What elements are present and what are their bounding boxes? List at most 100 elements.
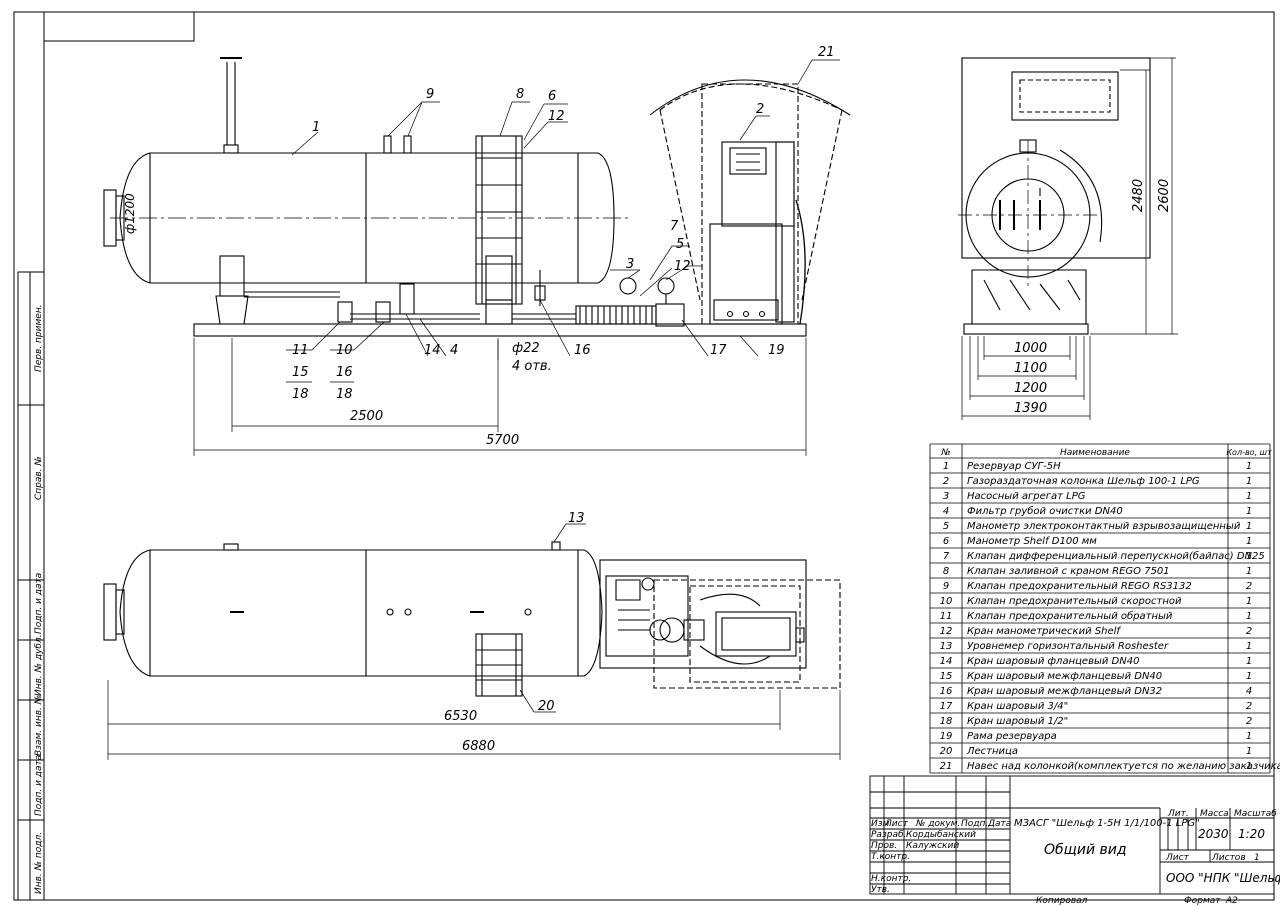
plan-view bbox=[103, 541, 841, 697]
callout-12-top: 12 bbox=[548, 109, 565, 124]
callout-16-right: 16 bbox=[574, 343, 591, 358]
table-row-name: Кран манометрический Shelf bbox=[967, 626, 1121, 637]
table-row-name: Кран шаровый межфланцевый DN32 bbox=[967, 686, 1162, 697]
callout-21: 21 bbox=[818, 45, 835, 60]
table-row-no: 14 bbox=[940, 656, 953, 667]
dim-2500: 2500 bbox=[350, 409, 383, 424]
table-row-name: Кран шаровый 3/4" bbox=[967, 701, 1068, 712]
side-view-labels: 1 2 3 4 5 6 7 8 9 10 11 12 12 14 15 16 1… bbox=[123, 45, 835, 448]
table-row-no: 4 bbox=[943, 506, 949, 517]
dim-1390: 1390 bbox=[1014, 401, 1047, 416]
table-row-qty: 1 bbox=[1246, 536, 1252, 547]
tb-date: Дата bbox=[987, 819, 1011, 829]
table-row-name: Резервуар СУГ-5Н bbox=[967, 461, 1061, 472]
table-row-qty: 1 bbox=[1246, 506, 1252, 517]
callout-18-left: 18 bbox=[292, 387, 309, 402]
table-row-qty: 1 bbox=[1246, 551, 1252, 562]
table-row-no: 9 bbox=[943, 581, 949, 592]
table-row-qty: 1 bbox=[1246, 656, 1252, 667]
stamp-sprav-no: Справ. № bbox=[34, 456, 44, 500]
tb-designation: МЗАСГ "Шельф 1-5Н 1/1/100-1 LPG" bbox=[1014, 818, 1200, 829]
table-row-name: Лестница bbox=[966, 746, 1018, 757]
table-row-name: Клапан предохранительный скоростной bbox=[967, 596, 1182, 607]
table-row-qty: 1 bbox=[1246, 671, 1252, 682]
tb-utv: Утв. bbox=[871, 885, 890, 895]
table-row-name: Клапан заливной с краном REGO 7501 bbox=[967, 566, 1170, 577]
plan-view-dimensions bbox=[107, 523, 841, 760]
tb-scale-label: Масштаб bbox=[1234, 809, 1277, 819]
drawing-sheet: 1 2 3 4 5 6 7 8 9 10 11 12 12 14 15 16 1… bbox=[13, 11, 1280, 906]
tb-list: Лист bbox=[884, 819, 909, 829]
table-row-name: Навес над колонкой(комплектуется по жела… bbox=[967, 761, 1280, 772]
table-row-no: 11 bbox=[940, 611, 953, 622]
tb-tkontr: Т.контр. bbox=[871, 852, 910, 862]
callout-8: 8 bbox=[516, 87, 524, 102]
table-row-qty: 1 bbox=[1246, 641, 1252, 652]
callout-15: 15 bbox=[292, 365, 309, 380]
table-row-qty: 2 bbox=[1246, 701, 1252, 712]
table-row-name: Рама резервуара bbox=[967, 731, 1057, 742]
table-row-no: 19 bbox=[940, 731, 953, 742]
tb-scale-value: 1:20 bbox=[1238, 827, 1265, 841]
callout-6: 6 bbox=[548, 89, 556, 104]
table-row-name: Кран шаровый фланцевый DN40 bbox=[967, 656, 1139, 667]
table-row-no: 17 bbox=[940, 701, 953, 712]
tb-nkontr: Н.контр. bbox=[871, 874, 911, 884]
tb-copied: Копировал bbox=[1036, 896, 1088, 906]
side-stamp-labels: Перв. примен. Справ. № Подп. и дата Инв.… bbox=[34, 304, 44, 894]
table-row-qty: 1 bbox=[1246, 476, 1252, 487]
table-row-qty: 1 bbox=[1246, 596, 1252, 607]
callout-12-mid: 12 bbox=[674, 259, 691, 274]
table-row-qty: 1 bbox=[1246, 761, 1252, 772]
callout-4: 4 bbox=[450, 343, 458, 358]
table-row-no: 21 bbox=[940, 761, 953, 772]
callout-19: 19 bbox=[768, 343, 785, 358]
table-row-no: 12 bbox=[940, 626, 953, 637]
end-view bbox=[958, 57, 1151, 335]
table-row-name: Клапан предохранительный REGO RS3132 bbox=[967, 581, 1192, 592]
dim-6530: 6530 bbox=[444, 709, 477, 724]
callout-9: 9 bbox=[426, 87, 434, 102]
tb-lit-label: Лит. bbox=[1167, 809, 1189, 819]
dim-6880: 6880 bbox=[462, 739, 495, 754]
tb-mass-label: Масса bbox=[1200, 809, 1229, 819]
callout-2: 2 bbox=[756, 102, 764, 117]
table-header-qty: Кол-во, шт bbox=[1226, 448, 1272, 457]
callout-7: 7 bbox=[670, 219, 679, 234]
table-row-no: 15 bbox=[940, 671, 953, 682]
callout-3: 3 bbox=[626, 257, 634, 272]
table-row-name: Газораздаточная колонка Шельф 100-1 LPG bbox=[967, 476, 1200, 487]
table-row-name: Кран шаровый межфланцевый DN40 bbox=[967, 671, 1162, 682]
callout-20: 20 bbox=[538, 699, 555, 714]
stamp-podp-data-2: Подп. и дата bbox=[34, 755, 44, 816]
table-row-name: Фильтр грубой очистки DN40 bbox=[967, 505, 1123, 517]
callout-1: 1 bbox=[312, 120, 320, 135]
tb-mass-value: 2030 bbox=[1198, 827, 1229, 841]
table-row-name: Уровнемер горизонтальный Roshester bbox=[967, 641, 1169, 652]
stamp-vzam-inv: Взам. инв. № bbox=[34, 695, 44, 756]
callout-18-right: 18 bbox=[336, 387, 353, 402]
tb-razrab-name: Кордыбанский bbox=[906, 830, 976, 840]
dim-1000: 1000 bbox=[1014, 341, 1047, 356]
table-row-qty: 1 bbox=[1246, 731, 1252, 742]
table-row-no: 8 bbox=[943, 566, 949, 577]
dim-5700: 5700 bbox=[486, 433, 519, 448]
table-row-qty: 4 bbox=[1246, 686, 1252, 697]
callout-11: 11 bbox=[292, 343, 309, 358]
table-row-qty: 2 bbox=[1246, 626, 1252, 637]
tb-podp: Подп. bbox=[961, 819, 988, 829]
tank-diameter-label: ф1200 bbox=[123, 193, 137, 234]
table-row-name: Клапан предохранительный обратный bbox=[967, 610, 1173, 622]
tb-sheets-value: 1 bbox=[1254, 853, 1260, 863]
table-header-no: № bbox=[940, 448, 950, 458]
table-row-qty: 1 bbox=[1246, 521, 1252, 532]
parts-table: № Наименование Кол-во, шт 1 Резервуар СУГ-5Н… bbox=[929, 443, 1280, 774]
table-row-name: Манометр Shelf D100 мм bbox=[967, 536, 1097, 547]
table-row-no: 10 bbox=[940, 596, 953, 607]
table-row-name: Насосный агрегат LPG bbox=[967, 491, 1086, 502]
tb-prov: Пров. bbox=[871, 841, 897, 851]
table-row-no: 7 bbox=[943, 551, 950, 562]
table-row-qty: 2 bbox=[1246, 716, 1252, 727]
table-row-no: 5 bbox=[943, 521, 949, 532]
plan-view-labels: 13 20 6530 6880 bbox=[444, 511, 585, 754]
